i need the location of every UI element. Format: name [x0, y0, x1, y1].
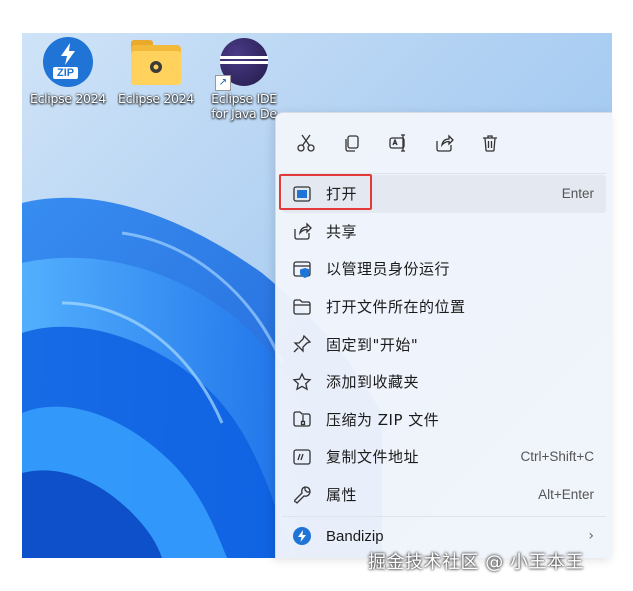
- menu-item-label: 以管理员身份运行: [326, 260, 451, 279]
- menu-item-label: 复制文件地址: [326, 448, 420, 467]
- folder-icon: [129, 37, 183, 91]
- desktop-icon-label: Eclipse 2024: [117, 91, 195, 106]
- menu-item-label: 共享: [326, 222, 358, 241]
- desktop-icon-eclipse-ide[interactable]: ↗ Eclipse IDE for Java De: [198, 37, 290, 121]
- menu-item-properties[interactable]: 属性 Alt+Enter: [282, 476, 606, 514]
- share-icon: [292, 221, 312, 241]
- menu-item-compress-zip[interactable]: 压缩为 ZIP 文件: [282, 401, 606, 439]
- highlight-box: [279, 174, 372, 210]
- wrench-icon: [292, 485, 312, 505]
- bandizip-icon: [292, 526, 312, 546]
- menu-item-share[interactable]: 共享: [282, 213, 606, 251]
- desktop-icon-label: Eclipse 2024: [29, 91, 107, 106]
- context-menu-toolbar: [276, 113, 612, 173]
- zip-icon: [292, 409, 312, 429]
- shortcut-arrow-icon: ↗: [215, 75, 231, 91]
- menu-item-shortcut: Ctrl+Shift+C: [520, 449, 594, 465]
- menu-item-pin-to-start[interactable]: 固定到"开始": [282, 325, 606, 363]
- menu-item-shortcut: Alt+Enter: [538, 487, 594, 503]
- menu-item-copy-path[interactable]: 复制文件地址 Ctrl+Shift+C: [282, 438, 606, 476]
- chevron-right-icon: ›: [588, 528, 594, 545]
- menu-item-label: 打开文件所在的位置: [326, 298, 466, 317]
- menu-item-label: Bandizip: [326, 527, 384, 545]
- folder-icon: [292, 297, 312, 317]
- watermark: 掘金技术社区 @ 小王本王: [368, 552, 584, 573]
- star-icon: [292, 372, 312, 392]
- menu-item-label: 添加到收藏夹: [326, 373, 420, 392]
- rename-icon[interactable]: [386, 131, 410, 155]
- cut-icon[interactable]: [294, 131, 318, 155]
- pin-icon: [292, 334, 312, 354]
- desktop-icon-label: Eclipse IDE: [211, 91, 277, 106]
- bandizip-zip-icon: ZIP: [41, 37, 95, 91]
- copy-icon[interactable]: [340, 131, 364, 155]
- delete-icon[interactable]: [478, 131, 502, 155]
- desktop-icon-bandizip[interactable]: ZIP Eclipse 2024: [22, 37, 114, 106]
- menu-item-run-as-admin[interactable]: 以管理员身份运行: [282, 250, 606, 288]
- menu-item-shortcut: Enter: [561, 186, 594, 202]
- shield-icon: [292, 259, 312, 279]
- menu-item-label: 压缩为 ZIP 文件: [326, 410, 440, 429]
- eclipse-icon: ↗: [215, 37, 271, 91]
- desktop-icon-folder[interactable]: Eclipse 2024: [110, 37, 202, 106]
- menu-item-label: 固定到"开始": [326, 335, 419, 354]
- menu-item-add-favorites[interactable]: 添加到收藏夹: [282, 363, 606, 401]
- menu-item-label: 属性: [326, 486, 358, 505]
- copy-path-icon: [292, 447, 312, 467]
- share-icon[interactable]: [432, 131, 456, 155]
- menu-item-open-location[interactable]: 打开文件所在的位置: [282, 288, 606, 326]
